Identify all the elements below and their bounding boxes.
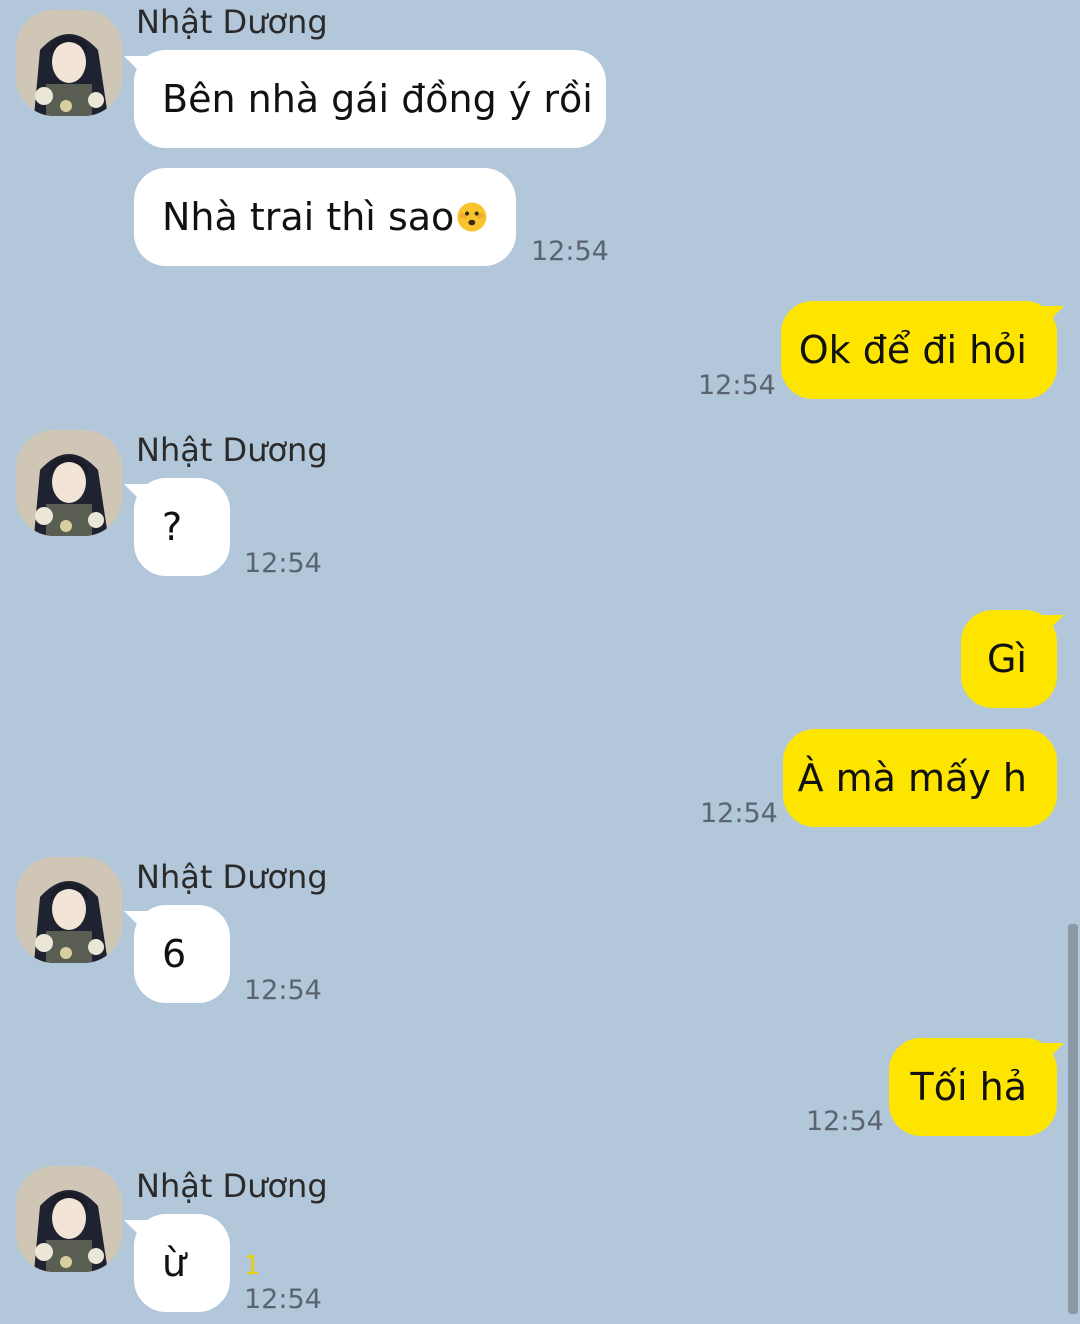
message-bubble-outgoing[interactable]: Ok để đi hỏi	[781, 301, 1057, 399]
contact-avatar[interactable]	[16, 430, 122, 536]
message-text: ?	[162, 505, 183, 549]
message-text: Gì	[986, 637, 1027, 681]
avatar-image-icon	[16, 10, 122, 116]
message-bubble-incoming[interactable]: ừ	[134, 1214, 230, 1312]
message-time: 12:54	[806, 1106, 884, 1137]
face-with-open-eyes-and-hand-over-mouth-icon	[457, 202, 487, 232]
sender-name: Nhật Dương	[136, 3, 328, 41]
message-time: 12:54	[244, 975, 322, 1006]
contact-avatar[interactable]	[16, 10, 122, 116]
avatar-image-icon	[16, 857, 122, 963]
sender-name: Nhật Dương	[136, 858, 328, 896]
message-time: 12:54	[700, 798, 778, 829]
message-bubble-outgoing[interactable]: À mà mấy h	[783, 729, 1057, 827]
message-text: Tối hả	[910, 1065, 1027, 1109]
message-bubble-incoming[interactable]: 6	[134, 905, 230, 1003]
message-bubble-outgoing[interactable]: Gì	[961, 610, 1057, 708]
message-bubble-incoming[interactable]: Nhà trai thì sao	[134, 168, 516, 266]
message-time: 12:54	[531, 236, 609, 267]
sender-name: Nhật Dương	[136, 431, 328, 469]
message-text: ừ	[162, 1241, 187, 1285]
message-text: Bên nhà gái đồng ý rồi	[162, 77, 593, 121]
message-text: À mà mấy h	[797, 756, 1027, 800]
message-time: 12:54	[698, 370, 776, 401]
message-bubble-incoming[interactable]: ?	[134, 478, 230, 576]
scrollbar[interactable]	[1068, 924, 1078, 1314]
message-bubble-incoming[interactable]: Bên nhà gái đồng ý rồi	[134, 50, 606, 148]
message-time: 12:54	[244, 1284, 322, 1315]
message-text: Ok để đi hỏi	[798, 328, 1027, 372]
unread-count: 1	[244, 1251, 261, 1281]
contact-avatar[interactable]	[16, 1166, 122, 1272]
avatar-image-icon	[16, 1166, 122, 1272]
chat-area[interactable]: Nhật Dương Bên nhà gái đồng ý rồi Nhà tr…	[0, 0, 1080, 1324]
avatar-image-icon	[16, 430, 122, 536]
message-text: 6	[162, 932, 187, 976]
contact-avatar[interactable]	[16, 857, 122, 963]
sender-name: Nhật Dương	[136, 1167, 328, 1205]
message-text: Nhà trai thì sao	[162, 195, 455, 239]
message-time: 12:54	[244, 548, 322, 579]
message-bubble-outgoing[interactable]: Tối hả	[889, 1038, 1057, 1136]
